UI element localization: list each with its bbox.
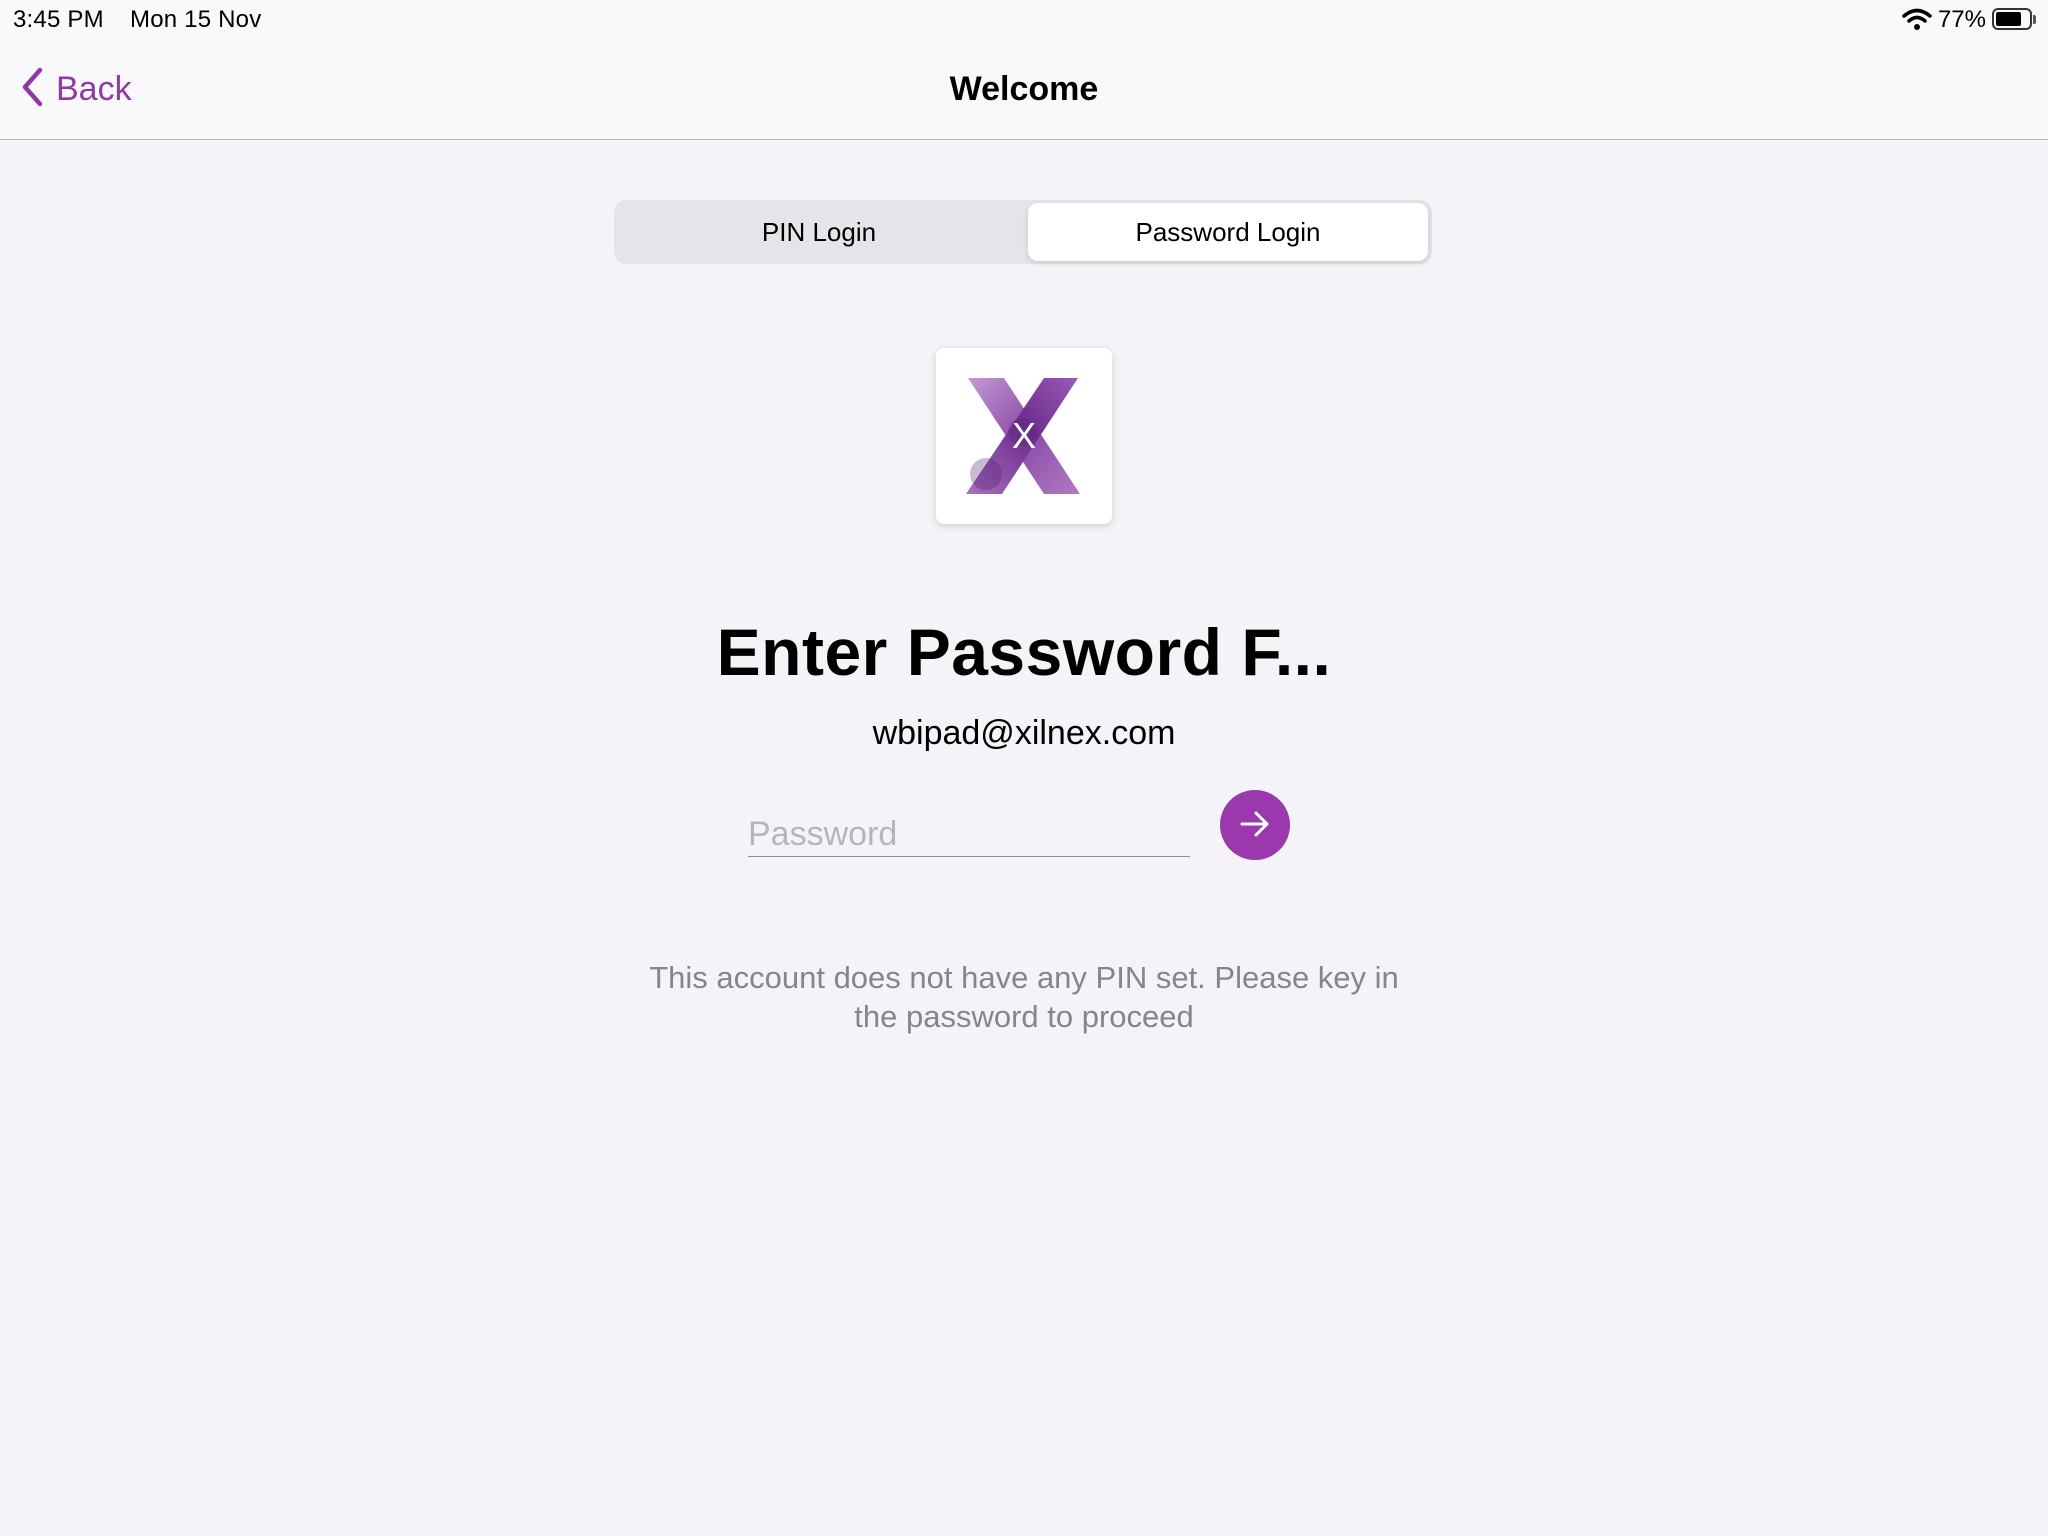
password-field[interactable]: [748, 812, 1190, 857]
battery-percentage: 77%: [1937, 6, 1986, 33]
login-heading: Enter Password F...: [716, 615, 1332, 689]
status-bar: 3:45 PM Mon 15 Nov 77%: [0, 0, 2048, 40]
app-logo: X: [936, 348, 1112, 524]
no-pin-info-text: This account does not have any PIN set. …: [649, 960, 1399, 1034]
tab-password-login[interactable]: Password Login: [1028, 203, 1428, 261]
navigation-bar: Back Welcome: [0, 40, 2048, 140]
battery-icon: [1992, 8, 2038, 32]
arrow-right-icon: [1238, 809, 1272, 842]
tab-pin-login[interactable]: PIN Login: [617, 203, 1021, 261]
status-date: Mon 15 Nov: [130, 6, 262, 33]
login-mode-segmented-control: PIN Login Password Login: [614, 200, 1432, 264]
account-email: wbipad@xilnex.com: [872, 714, 1176, 752]
status-indicators: 77%: [1902, 5, 2038, 35]
submit-button[interactable]: [1220, 790, 1290, 860]
page-title: Welcome: [949, 70, 1099, 108]
status-time: 3:45 PM: [13, 6, 104, 33]
logo-letter: X: [1012, 415, 1036, 456]
battery-level-fill: [1996, 12, 2021, 26]
xilnex-logo-icon: X: [966, 378, 1080, 494]
wifi-icon: [1902, 8, 1932, 32]
